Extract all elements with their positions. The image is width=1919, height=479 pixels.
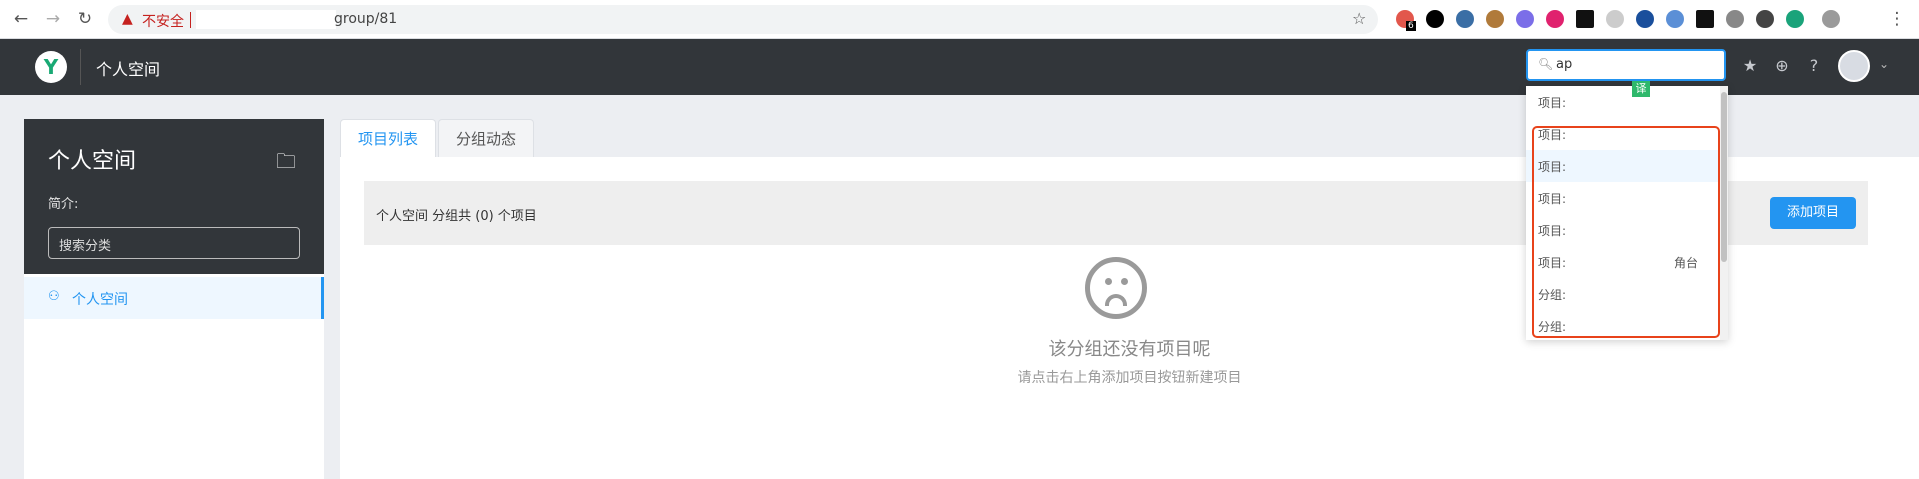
sidebar-title: 个人空间 [48, 149, 137, 174]
extension-icon[interactable] [1786, 10, 1804, 28]
category-search-placeholder: 搜索分类 [59, 239, 112, 254]
star-icon[interactable]: ★ [1740, 56, 1760, 76]
extension-icon[interactable] [1666, 10, 1684, 28]
extension-icon[interactable] [1456, 10, 1474, 28]
search-icon: 🔍︎ [1538, 57, 1554, 71]
sidebar-item-label: 个人空间 [72, 292, 128, 308]
sidebar-header: 个人空间 🗀 简介: 搜索分类 [24, 119, 324, 274]
divider [80, 49, 81, 85]
app-logo[interactable]: Y [35, 51, 67, 83]
reload-icon[interactable]: ↻ [74, 8, 96, 30]
extension-icon[interactable] [1516, 10, 1534, 28]
search-input[interactable]: 🔍︎ ap [1526, 49, 1726, 81]
tab-group-activity[interactable]: 分组动态 [438, 119, 534, 157]
avatar[interactable] [1838, 50, 1870, 82]
logo-icon: Y [43, 55, 59, 79]
insecure-label: 不安全 [142, 14, 184, 30]
empty-state-subtitle: 请点击右上角添加项目按钮新建项目 [1017, 370, 1242, 386]
sidebar-item-personal-space[interactable]: ⚇ 个人空间 [24, 277, 324, 319]
user-icon: ⚇ [48, 289, 60, 304]
translate-badge[interactable]: 译 [1632, 81, 1650, 97]
category-search-input[interactable]: 搜索分类 [48, 227, 300, 259]
extension-icon[interactable] [1576, 10, 1594, 28]
add-project-button[interactable]: 添加项目 [1770, 197, 1856, 229]
eye [1105, 278, 1112, 285]
back-icon[interactable]: ← [10, 8, 32, 30]
sad-face-icon [1085, 257, 1147, 319]
extension-icon[interactable] [1636, 10, 1654, 28]
extension-icon[interactable] [1426, 10, 1444, 28]
menu-icon[interactable]: ⋮ [1886, 8, 1908, 30]
extension-icon[interactable] [1726, 10, 1744, 28]
group-sidebar: 个人空间 🗀 简介: 搜索分类 ⚇ 个人空间 [24, 119, 324, 479]
scrollbar[interactable] [1720, 86, 1728, 340]
add-folder-icon[interactable]: 🗀 [276, 147, 296, 181]
separator [190, 12, 191, 28]
eye [1121, 278, 1128, 285]
sidebar-intro: 简介: [48, 197, 79, 212]
header-title: 个人空间 [96, 60, 161, 79]
redacted-host [196, 10, 336, 29]
project-count-text: 个人空间 分组共 (0) 个项目 [376, 209, 537, 224]
warning-icon: ▲ [122, 11, 133, 27]
url-text: group/81 [334, 11, 398, 27]
extension-icon[interactable] [1546, 10, 1564, 28]
bookmark-star-icon[interactable]: ☆ [1352, 9, 1366, 28]
add-icon[interactable]: ⊕ [1772, 56, 1792, 76]
mouth [1105, 294, 1127, 306]
extension-icon[interactable] [1696, 10, 1714, 28]
tab-project-list[interactable]: 项目列表 [340, 119, 436, 157]
search-value: ap [1556, 57, 1573, 72]
forward-icon[interactable]: → [42, 8, 64, 30]
scrollbar-thumb[interactable] [1721, 92, 1727, 262]
highlight-annotation [1532, 126, 1720, 338]
extension-icon[interactable] [1606, 10, 1624, 28]
address-bar[interactable]: ▲ 不安全 group/81 ☆ [108, 5, 1378, 34]
list-item[interactable]: 项目: [1526, 86, 1720, 118]
profile-icon[interactable] [1822, 10, 1840, 28]
help-icon[interactable]: ? [1804, 56, 1824, 76]
chevron-down-icon[interactable]: ⌄ [1879, 57, 1889, 71]
extension-badge: 6 [1406, 21, 1416, 31]
browser-toolbar: ← → ↻ ▲ 不安全 group/81 ☆ 6 ⋮ [0, 0, 1919, 39]
extension-icon[interactable] [1756, 10, 1774, 28]
extension-icon[interactable] [1486, 10, 1504, 28]
suggestion-label: 项目: [1538, 96, 1567, 110]
